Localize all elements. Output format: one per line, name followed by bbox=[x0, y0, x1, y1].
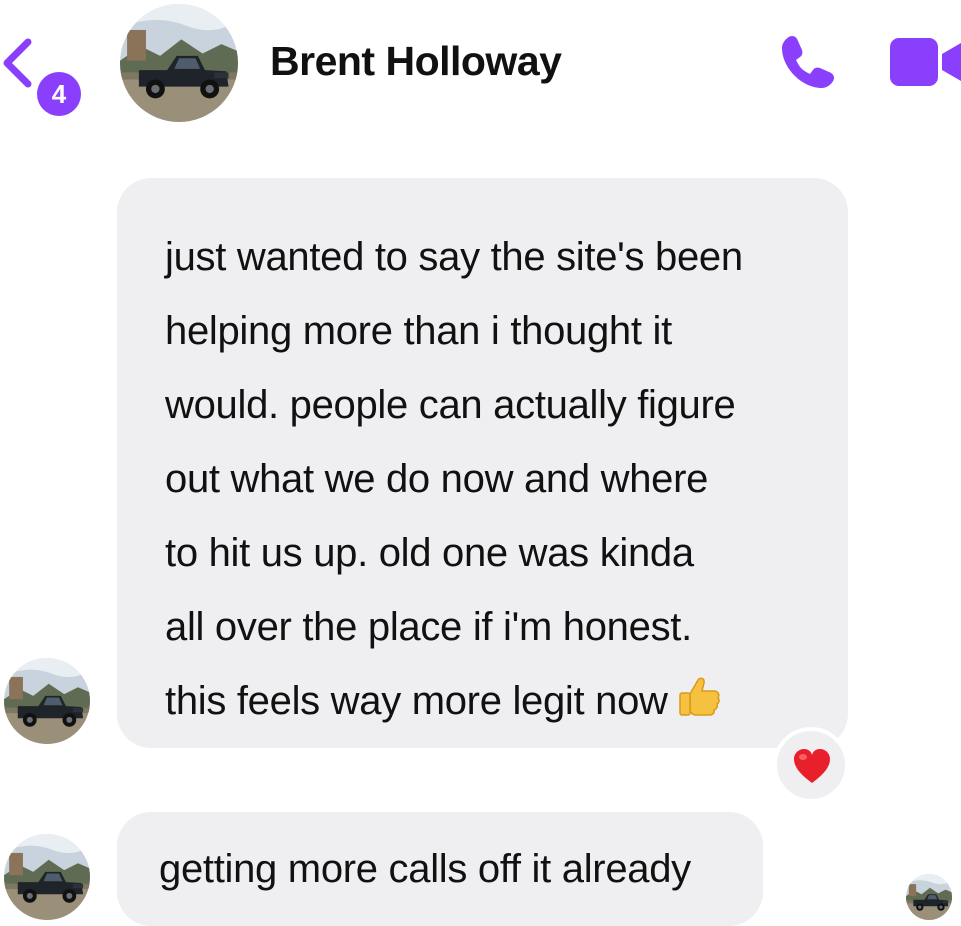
message-line: out what we do now and where bbox=[165, 457, 709, 501]
back-button[interactable]: 4 bbox=[0, 34, 90, 116]
message-line-text: this feels way more legit now bbox=[165, 679, 668, 723]
thumbs-up-icon bbox=[678, 677, 720, 716]
message-line: to hit us up. old one was kinda bbox=[165, 531, 694, 575]
message-line: helping more than i thought it bbox=[165, 309, 672, 353]
red-heart-icon bbox=[794, 749, 830, 783]
sender-avatar[interactable] bbox=[4, 834, 90, 920]
message-line: would. people can actually figure bbox=[165, 383, 736, 427]
video-call-button[interactable] bbox=[888, 34, 961, 90]
message-line: all over the place if i'm honest. bbox=[165, 605, 692, 649]
unread-count-badge: 4 bbox=[37, 72, 81, 116]
contact-avatar[interactable] bbox=[120, 4, 238, 122]
sender-avatar[interactable] bbox=[4, 658, 90, 744]
message-bubble[interactable]: getting more calls off it already bbox=[117, 812, 763, 926]
read-receipt-avatar bbox=[906, 874, 952, 920]
video-camera-icon bbox=[890, 38, 961, 86]
contact-name[interactable]: Brent Holloway bbox=[270, 38, 562, 85]
message-bubble[interactable]: just wanted to say the site's been helpi… bbox=[117, 178, 848, 748]
message-reaction[interactable] bbox=[773, 727, 849, 803]
phone-icon bbox=[782, 36, 834, 88]
message-line: just wanted to say the site's been bbox=[165, 235, 743, 279]
chevron-left-icon bbox=[3, 38, 32, 88]
chat-header: 4 Brent Holloway bbox=[0, 0, 961, 130]
message-line-last: this feels way more legit now bbox=[165, 664, 828, 738]
voice-call-button[interactable] bbox=[776, 30, 840, 94]
